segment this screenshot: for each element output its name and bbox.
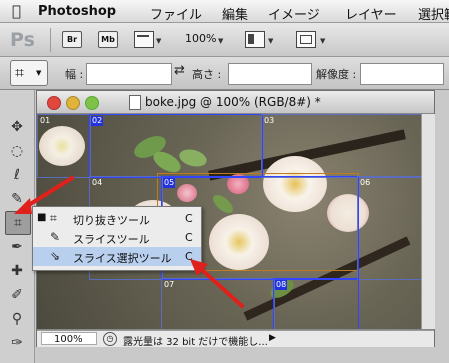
slice-select-icon: ⇘ xyxy=(50,249,61,263)
chevron-down-icon: ▼ xyxy=(268,37,274,45)
slice-label: 06 xyxy=(360,178,371,187)
tools-panel: ✥ ◌ ℓ ✎ ⌗ ✒ ✚ ✐ ⚲ ✑ xyxy=(0,90,35,363)
slice[interactable]: 01 xyxy=(37,114,91,178)
menu-edit[interactable]: 編集 xyxy=(222,4,248,23)
slice[interactable]: 07 xyxy=(161,278,275,329)
layout-icon xyxy=(248,34,254,44)
flyout-item-slice-select[interactable]: ⇘ スライス選択ツール C xyxy=(33,247,201,266)
lasso-tool-icon[interactable]: ℓ xyxy=(5,164,29,186)
photoshop-logo: Ps xyxy=(10,29,35,51)
slice-label: 02 xyxy=(91,116,104,126)
options-bar: ⌗ ▼ 幅 : ⇄ 高さ : 解像度 : xyxy=(0,57,449,90)
slice[interactable]: 03 xyxy=(261,114,421,178)
zoom-level[interactable]: 100% xyxy=(185,32,216,45)
document-title-bar[interactable]: boke.jpg @ 100% (RGB/8#) * xyxy=(37,91,434,114)
arrange-documents-button[interactable] xyxy=(245,31,265,48)
slice-label: 08 xyxy=(275,280,288,290)
chevron-down-icon: ▼ xyxy=(36,69,42,77)
brush-tool-icon[interactable]: ✐ xyxy=(5,284,29,306)
close-button[interactable] xyxy=(47,96,61,110)
divider xyxy=(50,28,51,52)
crop-tool-icon[interactable]: ⌗ xyxy=(5,211,31,235)
menu-select[interactable]: 選択範 xyxy=(418,4,449,23)
resolution-field[interactable] xyxy=(360,63,444,85)
swap-icon[interactable]: ⇄ xyxy=(174,63,185,78)
chevron-right-icon[interactable]: ▶ xyxy=(269,333,276,343)
flyout-item-shortcut: C xyxy=(185,231,193,244)
document-title: boke.jpg @ 100% (RGB/8#) * xyxy=(145,95,321,109)
slice-label: 04 xyxy=(92,178,103,187)
apple-icon[interactable]:  xyxy=(12,2,21,20)
screen-mode-icon xyxy=(300,35,312,44)
chevron-down-icon: ▼ xyxy=(320,37,326,45)
guides-icon xyxy=(137,35,149,43)
status-bar: 100% ◷ 露光量は 32 bit だけで機能し... ▶ xyxy=(37,330,434,348)
flyout-item-label: 切り抜きツール xyxy=(73,214,150,227)
mini-bridge-button[interactable]: Mb xyxy=(98,31,118,48)
menu-image[interactable]: イメージ xyxy=(268,4,320,23)
menu-bar:  Photoshop ファイル 編集 イメージ レイヤー 選択範 xyxy=(0,0,449,23)
menu-file[interactable]: ファイル xyxy=(150,4,202,23)
slice[interactable]: 06 xyxy=(357,176,421,280)
flyout-item-label: スライス選択ツール xyxy=(73,252,172,265)
chevron-down-icon: ▼ xyxy=(218,37,224,45)
vertical-scrollbar[interactable] xyxy=(421,114,435,329)
eyedropper-tool-icon[interactable]: ✒ xyxy=(5,236,29,258)
crop-tool-flyout: ■ ⌗ 切り抜きツール C ✎ スライスツール C ⇘ スライス選択ツール C xyxy=(32,206,202,271)
move-tool-icon[interactable]: ✥ xyxy=(5,116,29,138)
document-icon xyxy=(129,95,141,110)
width-label: 幅 : xyxy=(65,68,84,81)
minimize-button[interactable] xyxy=(66,96,80,110)
application-bar: Ps Br Mb ▼ 100% ▼ ▼ ▼ xyxy=(0,23,449,57)
flyout-item-crop[interactable]: ■ ⌗ 切り抜きツール C xyxy=(33,209,201,228)
menu-app-name[interactable]: Photoshop xyxy=(38,4,116,19)
stamp-tool-icon[interactable]: ⚲ xyxy=(5,308,29,330)
screen-mode-button[interactable] xyxy=(296,31,316,48)
height-field[interactable] xyxy=(228,63,312,85)
width-field[interactable] xyxy=(86,63,172,85)
chevron-down-icon: ▼ xyxy=(156,37,162,45)
quick-select-tool-icon[interactable]: ✎ xyxy=(5,188,29,210)
history-brush-icon[interactable]: ✑ xyxy=(5,332,29,354)
marquee-tool-icon[interactable]: ◌ xyxy=(5,140,29,162)
healing-brush-icon[interactable]: ✚ xyxy=(5,260,29,282)
status-zoom-field[interactable]: 100% xyxy=(41,332,97,345)
slice[interactable]: 02 xyxy=(89,114,263,178)
zoom-button[interactable] xyxy=(85,96,99,110)
view-extras-button[interactable] xyxy=(134,31,154,48)
status-message: 露光量は 32 bit だけで機能し... xyxy=(123,337,268,348)
height-label: 高さ : xyxy=(192,68,222,81)
active-tool-marker-icon: ■ xyxy=(37,212,47,223)
menu-layer[interactable]: レイヤー xyxy=(345,4,397,23)
slice-label: 05 xyxy=(163,178,176,188)
slice-label: 03 xyxy=(264,116,275,125)
crop-icon: ⌗ xyxy=(15,63,25,82)
resolution-label: 解像度 : xyxy=(316,68,357,81)
flyout-item-shortcut: C xyxy=(185,212,193,225)
slice-label: 07 xyxy=(164,280,175,289)
bridge-button[interactable]: Br xyxy=(62,31,82,48)
slice-knife-icon: ✎ xyxy=(50,230,61,244)
slice-label: 01 xyxy=(40,116,51,125)
slice[interactable]: 08 xyxy=(273,278,359,329)
flyout-item-slice[interactable]: ✎ スライスツール C xyxy=(33,228,201,247)
tool-preset-picker[interactable]: ⌗ ▼ xyxy=(10,60,48,86)
crop-icon: ⌗ xyxy=(50,211,57,225)
flyout-item-label: スライスツール xyxy=(73,233,150,246)
flyout-item-shortcut: C xyxy=(185,250,193,263)
clock-icon[interactable]: ◷ xyxy=(103,332,117,346)
